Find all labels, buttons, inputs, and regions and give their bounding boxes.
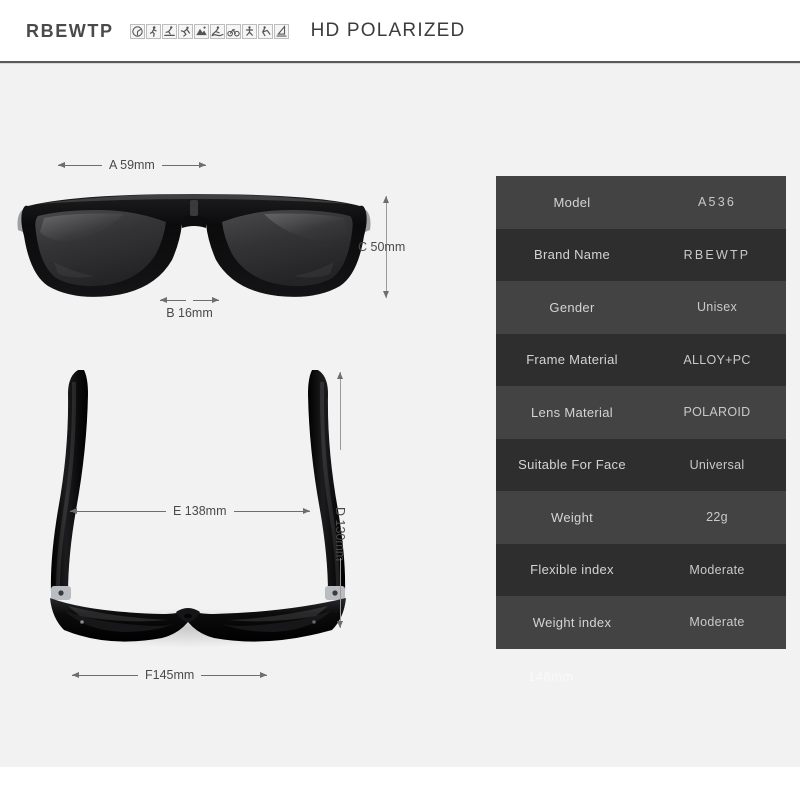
dimension-temple-length-lower bbox=[336, 558, 343, 628]
page-header: RBEWTP HD POLARIZED bbox=[0, 0, 800, 62]
sailing-icon bbox=[273, 23, 289, 39]
footer-strip bbox=[0, 767, 800, 800]
arrow-left bbox=[72, 671, 138, 678]
spec-key: Brand Name bbox=[534, 247, 610, 263]
sport-icon-strip bbox=[129, 23, 289, 39]
spec-value: Moderate bbox=[689, 615, 745, 630]
watermark-text: 148mm bbox=[528, 669, 574, 684]
spec-value: POLAROID bbox=[683, 405, 751, 420]
dimension-lens-width-label: A 59mm bbox=[109, 158, 155, 172]
arrow-right bbox=[233, 507, 310, 514]
spec-key: Flexible index bbox=[530, 562, 614, 578]
table-row: Model A536 bbox=[496, 176, 786, 229]
skiing-icon bbox=[161, 23, 177, 39]
spec-value: A536 bbox=[698, 195, 736, 210]
table-row: Lens Material POLAROID bbox=[496, 386, 786, 439]
spec-key: Model bbox=[553, 194, 591, 210]
climbing-icon bbox=[177, 23, 193, 39]
brand-logo: RBEWTP bbox=[26, 20, 114, 41]
hiking-icon bbox=[193, 23, 209, 39]
cycling-icon bbox=[225, 23, 241, 39]
arrow-left bbox=[70, 507, 166, 514]
spec-value: RBEWTP bbox=[683, 247, 751, 262]
specification-table: Model A536 Brand Name RBEWTP Gender Unis… bbox=[496, 176, 786, 649]
dimension-bridge-label: B 16mm bbox=[166, 306, 213, 320]
vertical-arrow-bottom bbox=[336, 558, 343, 628]
arrow-left bbox=[160, 297, 186, 303]
spec-value: ALLOY+PC bbox=[683, 352, 751, 367]
dimension-frame-inner-width-label: E 138mm bbox=[173, 504, 227, 518]
running-icon bbox=[145, 23, 161, 39]
arrow-left bbox=[58, 161, 102, 168]
fishing-icon bbox=[129, 23, 145, 39]
dimension-temple-length-label: D 130mm bbox=[333, 507, 347, 561]
golf-icon bbox=[257, 23, 273, 39]
dimension-bridge: B 16mm bbox=[160, 297, 219, 320]
arrow-right bbox=[161, 161, 206, 168]
table-row: Brand Name RBEWTP bbox=[496, 228, 786, 281]
table-row: Suitable For Face Universal bbox=[496, 438, 786, 491]
spec-key: Suitable For Face bbox=[518, 457, 626, 473]
skating-icon bbox=[241, 23, 257, 39]
product-infographic: RBEWTP HD POLARIZED A 59mm B 16mm C 50mm… bbox=[0, 0, 800, 800]
dimension-temple-length bbox=[336, 372, 343, 450]
table-row: Frame Material ALLOY+PC bbox=[496, 333, 786, 386]
dimension-lens-height-label: C 50mm bbox=[358, 240, 406, 254]
page-title: HD POLARIZED bbox=[310, 20, 466, 41]
dimension-frame-inner-width: E 138mm bbox=[70, 504, 310, 518]
table-row: Weight index Moderate bbox=[496, 596, 786, 649]
spec-key: Gender bbox=[549, 299, 595, 315]
spec-key: Frame Material bbox=[526, 352, 618, 368]
vertical-arrow-top bbox=[336, 372, 343, 450]
sunglasses-front-view-image bbox=[14, 188, 374, 300]
dimension-lens-height-label-wrap: C 50mm bbox=[358, 240, 405, 254]
table-row: Flexible index Moderate bbox=[496, 543, 786, 596]
spec-key: Lens Material bbox=[531, 404, 613, 420]
dimension-lens-width: A 59mm bbox=[58, 158, 206, 172]
dimension-frame-total-width: F145mm bbox=[72, 668, 268, 682]
dimension-frame-total-width-label: F145mm bbox=[145, 668, 195, 682]
spec-value: Universal bbox=[689, 457, 745, 472]
table-row: Gender Unisex bbox=[496, 281, 786, 334]
arrow-right bbox=[201, 671, 268, 678]
spec-key: Weight index bbox=[532, 614, 612, 630]
surfing-icon bbox=[209, 23, 225, 39]
spec-key: Weight bbox=[550, 509, 594, 525]
spec-value: 22g bbox=[706, 510, 728, 525]
arrow-right bbox=[193, 297, 219, 303]
spec-value: Unisex bbox=[696, 300, 737, 315]
table-row: Weight 22g bbox=[496, 491, 786, 544]
spec-value: Moderate bbox=[689, 562, 745, 577]
